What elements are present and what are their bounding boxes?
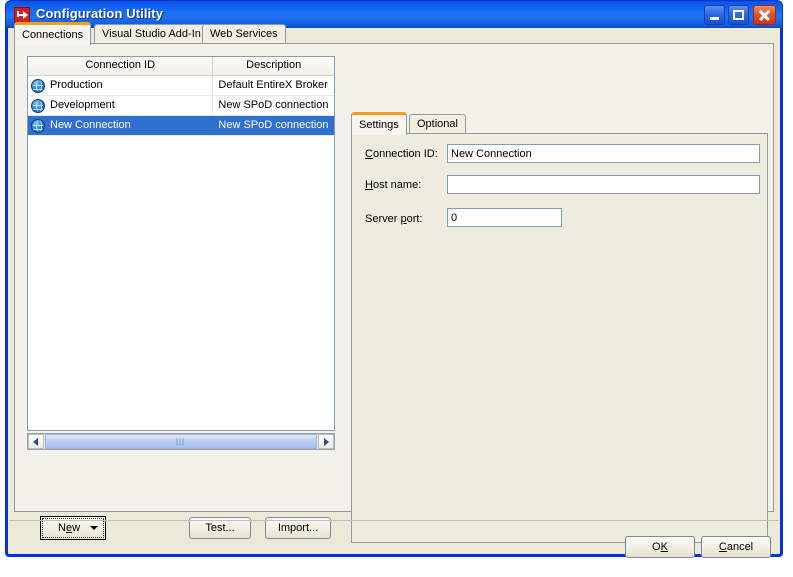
globe-icon bbox=[31, 98, 45, 113]
configuration-utility-window: Configuration Utility Connections Visual… bbox=[5, 0, 783, 558]
column-header-connection-id[interactable]: Connection ID bbox=[28, 57, 214, 75]
tab-settings-label: Settings bbox=[359, 119, 399, 131]
grip-icon bbox=[176, 438, 186, 445]
row-description: Default EntireX Broker bbox=[218, 79, 328, 91]
tab-visual-studio-add-in-label: Visual Studio Add-In bbox=[102, 28, 201, 40]
row-connection-id: Development bbox=[50, 99, 115, 111]
row-connection-id: New Connection bbox=[50, 119, 131, 131]
chevron-down-icon[interactable] bbox=[90, 526, 98, 530]
list-horizontal-scrollbar[interactable] bbox=[27, 433, 335, 450]
app-arrow-icon bbox=[14, 7, 30, 23]
ok-button[interactable]: OK bbox=[625, 536, 695, 558]
footer-separator bbox=[9, 520, 779, 521]
globe-icon bbox=[31, 78, 45, 93]
tab-connections[interactable]: Connections bbox=[14, 22, 92, 45]
tab-web-services-label: Web Services bbox=[210, 28, 278, 40]
test-button-label: Test... bbox=[205, 522, 235, 534]
list-header: Connection ID Description bbox=[28, 57, 334, 76]
minimize-button[interactable] bbox=[704, 5, 725, 25]
row-description: New SPoD connection bbox=[218, 99, 329, 111]
tab-optional[interactable]: Optional bbox=[409, 114, 466, 134]
minimize-icon bbox=[710, 17, 719, 20]
table-row[interactable]: Development New SPoD connection bbox=[28, 96, 334, 116]
row-description: New SPoD connection bbox=[218, 119, 329, 131]
column-header-description[interactable]: Description bbox=[213, 57, 334, 75]
scrollbar-thumb[interactable] bbox=[45, 434, 317, 449]
table-row[interactable]: Production Default EntireX Broker bbox=[28, 76, 334, 96]
tab-web-services[interactable]: Web Services bbox=[202, 24, 286, 44]
settings-tab-strip: Settings Optional bbox=[351, 112, 771, 135]
connection-id-field[interactable] bbox=[447, 144, 760, 163]
window-title: Configuration Utility bbox=[36, 6, 164, 21]
tab-optional-label: Optional bbox=[417, 118, 458, 130]
tab-connections-label: Connections bbox=[22, 29, 84, 41]
main-tab-strip: Connections Visual Studio Add-In Web Ser… bbox=[14, 22, 774, 45]
cancel-button-label: Cancel bbox=[718, 541, 754, 553]
import-button-label: Import... bbox=[277, 522, 319, 534]
close-button[interactable] bbox=[753, 5, 776, 25]
connections-tab-page: Connection ID Description Production Def… bbox=[14, 43, 774, 543]
globe-icon bbox=[31, 118, 45, 133]
new-button-label: New bbox=[57, 522, 81, 534]
connections-list[interactable]: Connection ID Description Production Def… bbox=[27, 56, 335, 431]
row-connection-id: Production bbox=[50, 79, 103, 91]
tab-visual-studio-add-in[interactable]: Visual Studio Add-In bbox=[94, 24, 209, 44]
chevron-right-icon[interactable] bbox=[318, 434, 334, 449]
chevron-left-icon[interactable] bbox=[28, 434, 44, 449]
ok-button-label: OK bbox=[652, 541, 668, 553]
host-name-field[interactable] bbox=[447, 175, 760, 194]
cancel-button[interactable]: Cancel bbox=[701, 536, 771, 558]
connection-id-label: Connection ID: bbox=[365, 148, 438, 160]
maximize-icon bbox=[733, 10, 744, 20]
maximize-button[interactable] bbox=[728, 5, 749, 25]
settings-panel: Connection ID: Host name: Server port: bbox=[351, 133, 768, 543]
table-row[interactable]: New Connection New SPoD connection bbox=[28, 116, 334, 136]
server-port-label: Server port: bbox=[365, 213, 423, 225]
host-name-label: Host name: bbox=[365, 179, 422, 191]
tab-settings[interactable]: Settings bbox=[351, 112, 407, 135]
server-port-field[interactable] bbox=[447, 208, 562, 227]
